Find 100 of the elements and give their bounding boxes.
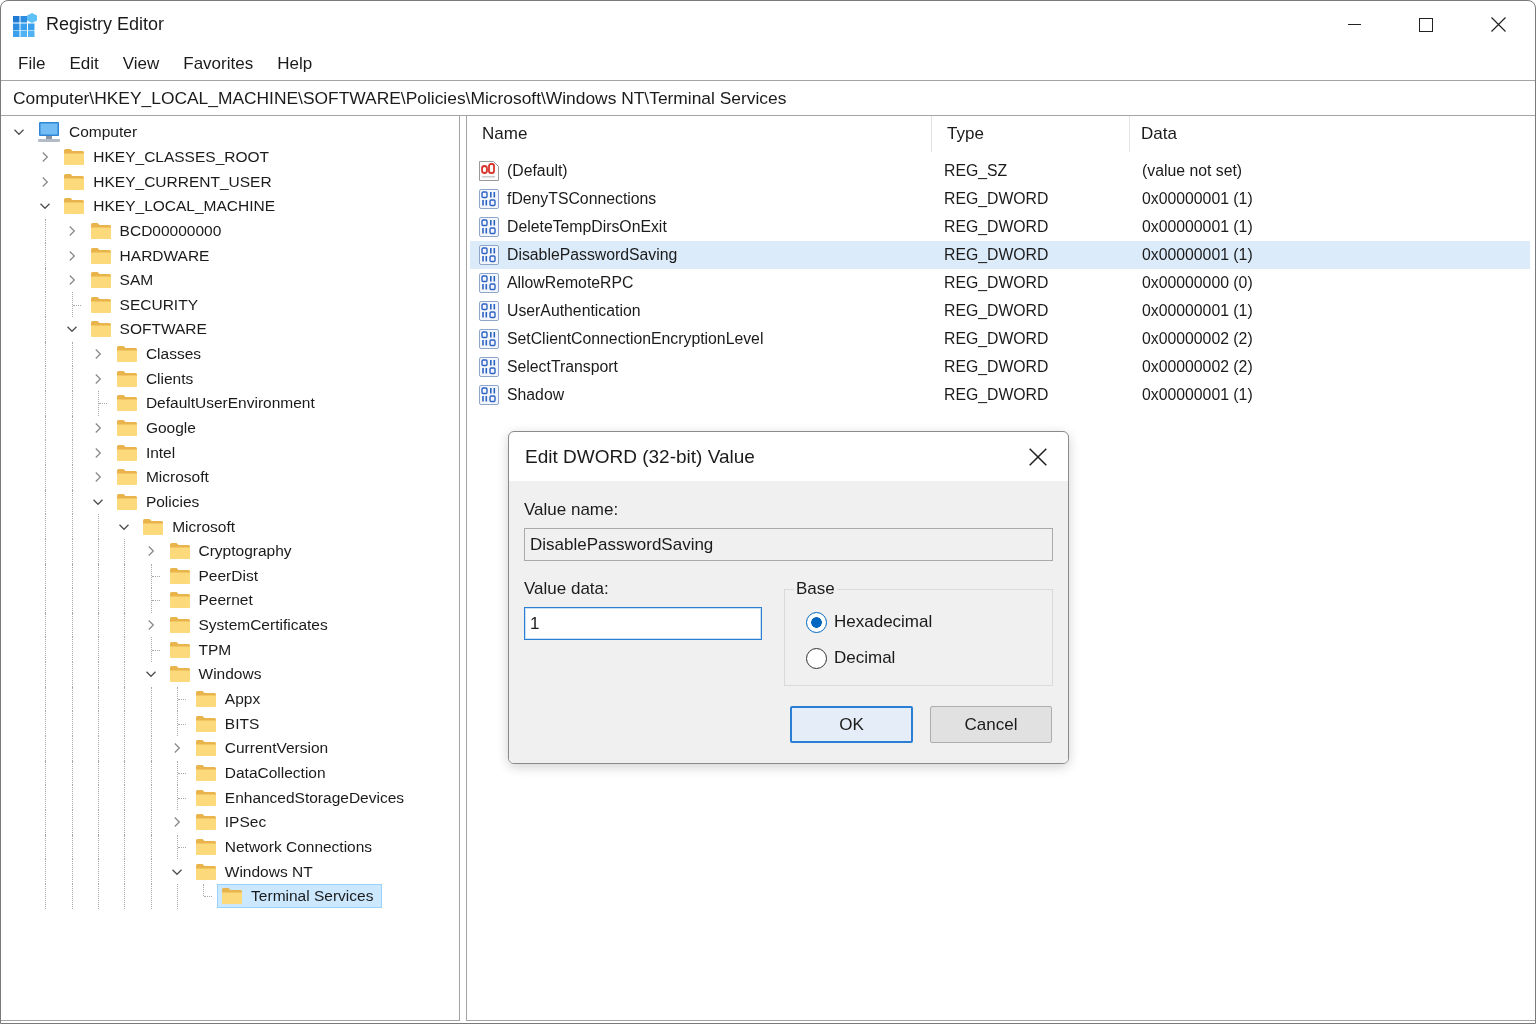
- column-header[interactable]: Data: [1130, 116, 1535, 152]
- tree-item[interactable]: Intel: [111, 440, 185, 465]
- tree-item[interactable]: Appx: [190, 687, 270, 712]
- text-field[interactable]: DisablePasswordSaving: [524, 528, 1053, 561]
- tree-item[interactable]: Cryptography: [164, 539, 301, 564]
- list-row[interactable]: fDenyTSConnections REG_DWORD 0x00000001 (1): [470, 185, 1530, 213]
- tree-item[interactable]: Terminal Services: [217, 884, 383, 909]
- list-row[interactable]: DeleteTempDirsOnExit REG_DWORD 0x00000001 (1): [470, 213, 1530, 241]
- cube-grid-icon: [13, 12, 37, 37]
- binary-document-icon: [479, 357, 499, 377]
- table-cell: 0x00000001 (1): [1142, 246, 1253, 263]
- tree-item[interactable]: SAM: [85, 268, 163, 293]
- tree-item[interactable]: TPM: [164, 637, 241, 662]
- folder-icon: [116, 346, 137, 363]
- list-row[interactable]: (Default) REG_SZ (value not set): [470, 157, 1530, 185]
- folder-icon: [90, 222, 111, 239]
- input-field[interactable]: 1: [524, 607, 762, 640]
- folder-icon: [195, 691, 216, 708]
- tree-item[interactable]: BITS: [190, 711, 269, 736]
- tree-item[interactable]: BCD00000000: [85, 218, 231, 243]
- folder-icon: [169, 666, 190, 683]
- list-row[interactable]: DisablePasswordSaving REG_DWORD 0x00000001 (1): [470, 241, 1530, 269]
- folder-icon: [64, 198, 85, 215]
- chevron-icon[interactable]: [66, 324, 77, 335]
- folder-icon: [116, 420, 137, 436]
- dialog-button[interactable]: OK: [790, 706, 913, 743]
- table-cell: 0x00000002 (2): [1142, 358, 1253, 375]
- table-cell: 0x00000000 (0): [1142, 274, 1253, 291]
- table-cell: REG_SZ: [944, 162, 1008, 179]
- chevron-icon[interactable]: [14, 127, 24, 138]
- folder-icon: [195, 715, 216, 732]
- binary-document-icon: [479, 273, 499, 293]
- chevron-icon[interactable]: [40, 176, 51, 187]
- table-cell: 0x00000001 (1): [1142, 386, 1253, 403]
- tree-item[interactable]: Windows NT: [190, 859, 322, 884]
- folder-icon: [90, 321, 111, 338]
- tree-item[interactable]: HKEY_CLASSES_ROOT: [59, 144, 279, 169]
- chevron-icon[interactable]: [40, 201, 51, 212]
- table-cell: REG_DWORD: [944, 386, 1049, 403]
- radio-option[interactable]: Decimal: [806, 640, 1031, 676]
- table-cell: UserAuthentication: [507, 302, 641, 320]
- field-label: Value data:: [524, 578, 609, 600]
- menu-item[interactable]: View: [110, 50, 172, 78]
- folder-icon: [195, 814, 216, 831]
- tree-item[interactable]: DefaultUserEnvironment: [111, 391, 324, 416]
- tree-item[interactable]: EnhancedStorageDevices: [190, 785, 414, 810]
- group-label: Base: [795, 578, 836, 600]
- tree-item[interactable]: Network Connections: [190, 834, 382, 859]
- tree-item[interactable]: SECURITY: [85, 292, 207, 317]
- list-row[interactable]: SelectTransport REG_DWORD 0x00000002 (2): [470, 353, 1530, 381]
- close-icon: [1029, 447, 1047, 466]
- binary-document-icon: [479, 245, 499, 265]
- table-cell: (Default): [507, 162, 568, 180]
- tree-item[interactable]: SystemCertificates: [164, 613, 337, 638]
- list-row[interactable]: AllowRemoteRPC REG_DWORD 0x00000000 (0): [470, 269, 1530, 297]
- table-cell: REG_DWORD: [944, 358, 1049, 375]
- column-header[interactable]: Name: [467, 116, 932, 152]
- tree-item[interactable]: Microsoft: [138, 514, 245, 539]
- tree-item[interactable]: Microsoft: [111, 465, 218, 490]
- tree-item[interactable]: PeerDist: [164, 563, 267, 588]
- folder-icon: [169, 567, 190, 584]
- field-label: Value name:: [524, 499, 619, 521]
- folder-icon: [116, 370, 137, 387]
- tree-item[interactable]: HKEY_LOCAL_MACHINE: [59, 194, 285, 219]
- folder-icon: [64, 173, 85, 190]
- tree-item[interactable]: Google: [111, 416, 205, 440]
- folder-icon: [169, 617, 190, 634]
- binary-document-icon: [479, 217, 499, 237]
- folder-icon: [195, 740, 216, 757]
- address-field[interactable]: Computer\HKEY_LOCAL_MACHINE\SOFTWARE\Policies\Microsoft\Windows NT\Terminal Services: [1, 81, 1535, 115]
- tree-item[interactable]: SOFTWARE: [85, 317, 216, 342]
- tree-item[interactable]: Windows: [164, 662, 271, 687]
- tree-item[interactable]: HARDWARE: [85, 243, 219, 268]
- tree-item[interactable]: Policies: [111, 489, 209, 514]
- binary-document-icon: [479, 329, 499, 349]
- menu-item[interactable]: Edit: [57, 50, 111, 78]
- table-cell: DisablePasswordSaving: [507, 246, 678, 264]
- column-header[interactable]: Type: [932, 116, 1130, 152]
- list-row[interactable]: Shadow REG_DWORD 0x00000001 (1): [470, 381, 1530, 409]
- folder-icon: [116, 444, 137, 461]
- list-row[interactable]: SetClientConnectionEncryptionLevel REG_DWORD 0x00000002 (2): [470, 325, 1530, 353]
- list-row[interactable]: UserAuthentication REG_DWORD 0x00000001 (1): [470, 297, 1530, 325]
- radio-option[interactable]: Hexadecimal: [806, 604, 1031, 640]
- monitor-icon: [38, 122, 60, 143]
- chevron-icon[interactable]: [145, 669, 156, 680]
- tree-item[interactable]: CurrentVersion: [190, 736, 338, 761]
- menu-item[interactable]: File: [6, 50, 58, 78]
- tree-item[interactable]: Peernet: [164, 588, 262, 613]
- tree-item[interactable]: Classes: [111, 342, 211, 367]
- tree-item[interactable]: DataCollection: [190, 760, 335, 785]
- tree-item[interactable]: IPSec: [190, 810, 276, 835]
- menu-item[interactable]: Favorites: [171, 50, 266, 78]
- chevron-icon[interactable]: [40, 151, 51, 162]
- close-icon: [1490, 17, 1506, 32]
- tree-item[interactable]: Clients: [111, 366, 203, 391]
- menu-item[interactable]: Help: [265, 50, 325, 78]
- tree-item[interactable]: HKEY_CURRENT_USER: [59, 169, 281, 194]
- tree-item[interactable]: Computer: [33, 120, 147, 145]
- folder-icon: [116, 493, 137, 510]
- dialog-button[interactable]: Cancel: [930, 706, 1052, 743]
